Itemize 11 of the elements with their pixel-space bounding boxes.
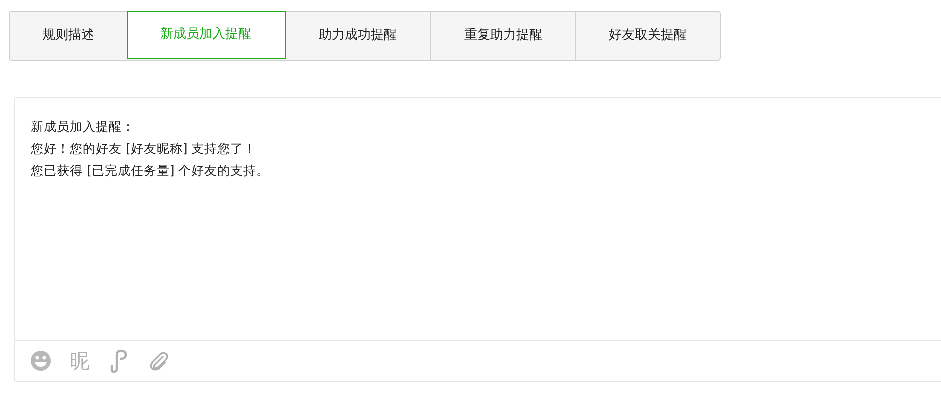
paperclip-icon[interactable] <box>148 350 170 372</box>
link-icon[interactable] <box>108 349 130 373</box>
emoji-icon[interactable] <box>30 350 52 372</box>
tab[interactable]: 规则描述 <box>10 12 127 60</box>
message-line: 您好！您的好友 [好友昵称] 支持您了！ <box>31 140 257 158</box>
tab[interactable]: 好友取关提醒 <box>575 12 720 60</box>
message-line: 您已获得 [已完成任务量] 个好友的支持。 <box>31 162 270 180</box>
tab[interactable]: 重复助力提醒 <box>430 12 576 60</box>
message-line: 新成员加入提醒： <box>31 118 135 136</box>
tab[interactable]: 助力成功提醒 <box>286 12 430 60</box>
message-editor[interactable]: 新成员加入提醒： 您好！您的好友 [好友昵称] 支持您了！ 您已获得 [已完成任务量] 个好友的支持。 昵 <box>14 97 941 382</box>
